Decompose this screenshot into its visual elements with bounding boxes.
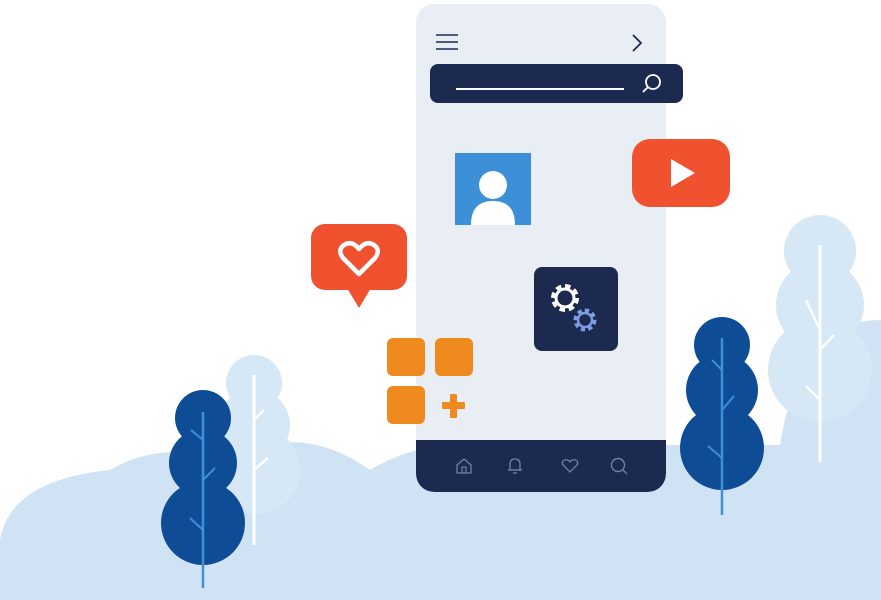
illustration-scene	[0, 0, 881, 600]
profile-avatar-icon[interactable]	[455, 153, 531, 225]
add-apps-grid-icon[interactable]	[387, 338, 475, 426]
home-icon[interactable]	[455, 457, 473, 475]
heart-icon[interactable]	[561, 458, 579, 474]
chevron-right-icon[interactable]	[631, 33, 643, 53]
search-bar[interactable]	[430, 64, 683, 103]
hamburger-menu-icon[interactable]	[436, 33, 458, 51]
search-icon[interactable]	[609, 456, 629, 476]
bell-icon[interactable]	[506, 456, 524, 476]
settings-gears-icon[interactable]	[534, 267, 618, 351]
like-heart-bubble-icon[interactable]	[311, 224, 407, 312]
search-icon[interactable]	[640, 73, 662, 95]
search-input-line[interactable]	[456, 88, 624, 90]
bottom-navigation-bar	[416, 440, 666, 492]
video-play-icon[interactable]	[632, 139, 730, 207]
